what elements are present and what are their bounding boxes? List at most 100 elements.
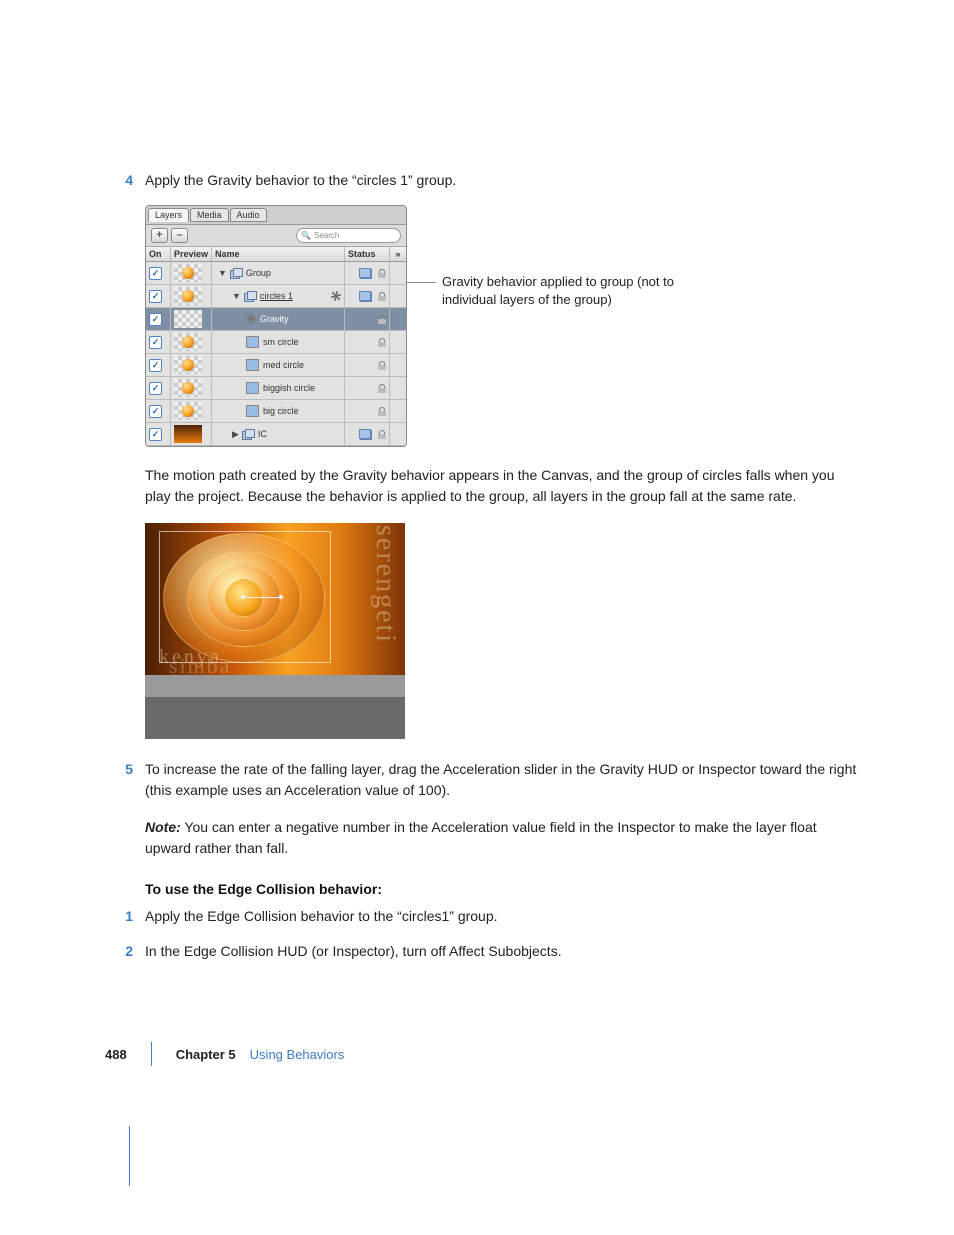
preview-thumb (174, 264, 202, 282)
column-headers: On Preview Name Status » (146, 247, 406, 262)
layer-icon (246, 382, 259, 394)
remove-button[interactable]: – (171, 228, 188, 243)
footer-rule (151, 1042, 152, 1066)
step-number: 5 (105, 759, 145, 801)
visibility-checkbox[interactable] (149, 359, 162, 372)
substep-1: 1 Apply the Edge Collision behavior to t… (105, 906, 864, 927)
layer-row[interactable]: ▼ circles 1 (146, 285, 406, 308)
visibility-checkbox[interactable] (149, 405, 162, 418)
layer-name[interactable]: big circle (263, 406, 299, 416)
add-button[interactable]: + (151, 228, 168, 243)
chapter-label: Chapter 5 (176, 1047, 236, 1062)
preview-thumb (174, 310, 202, 328)
behavior-icon (246, 314, 256, 324)
lock-icon[interactable] (378, 407, 386, 416)
panel-toolbar: + – 🔍 Search (146, 225, 406, 247)
col-status[interactable]: Status (345, 247, 390, 261)
step-number: 2 (105, 941, 145, 962)
layers-icon (359, 429, 371, 439)
layer-name[interactable]: Group (246, 268, 271, 278)
visibility-checkbox[interactable] (149, 336, 162, 349)
body-paragraph: The motion path created by the Gravity b… (145, 465, 864, 507)
step-5: 5 To increase the rate of the falling la… (105, 759, 864, 801)
search-placeholder: Search (314, 231, 339, 240)
layer-name[interactable]: biggish circle (263, 383, 315, 393)
lock-icon[interactable] (378, 430, 386, 439)
group-icon (230, 268, 242, 278)
page-number: 488 (105, 1047, 127, 1062)
note-body: You can enter a negative number in the A… (145, 819, 817, 856)
panel-tabs: Layers Media Audio (146, 206, 406, 225)
group-icon (244, 291, 256, 301)
visibility-checkbox[interactable] (149, 290, 162, 303)
tab-audio[interactable]: Audio (230, 208, 267, 222)
layer-name[interactable]: Gravity (260, 314, 289, 324)
text-serengeti: serengeti (369, 525, 401, 644)
step-body: To increase the rate of the falling laye… (145, 759, 864, 801)
layer-row[interactable]: ▼ Group (146, 262, 406, 285)
layer-icon (246, 405, 259, 417)
canvas-preview: serengeti kenya simba (145, 523, 405, 739)
visibility-checkbox[interactable] (149, 382, 162, 395)
col-preview[interactable]: Preview (171, 247, 212, 261)
layers-icon (359, 291, 371, 301)
substep-2: 2 In the Edge Collision HUD (or Inspecto… (105, 941, 864, 962)
preview-thumb (174, 356, 202, 374)
layer-row[interactable]: big circle (146, 400, 406, 423)
preview-thumb (174, 333, 202, 351)
step-body: Apply the Edge Collision behavior to the… (145, 906, 864, 927)
lock-icon[interactable] (378, 384, 386, 393)
motion-path (243, 597, 281, 598)
text-simba: simba (169, 653, 232, 675)
tab-media[interactable]: Media (190, 208, 229, 222)
search-icon: 🔍 (301, 231, 311, 240)
visibility-checkbox[interactable] (149, 267, 162, 280)
preview-thumb (174, 402, 202, 420)
layer-row[interactable]: med circle (146, 354, 406, 377)
layer-name[interactable]: IC (258, 429, 267, 439)
visibility-checkbox[interactable] (149, 313, 162, 326)
disclosure-triangle[interactable]: ▼ (232, 291, 241, 301)
lock-icon[interactable] (378, 292, 386, 301)
chapter-title: Using Behaviors (250, 1047, 345, 1062)
preview-thumb (174, 425, 202, 443)
tab-layers[interactable]: Layers (148, 208, 189, 222)
annotation-leader (406, 282, 436, 283)
lock-icon[interactable] (378, 315, 386, 324)
canvas-gray-band (145, 675, 405, 697)
lock-icon[interactable] (378, 269, 386, 278)
step-body: Apply the Gravity behavior to the “circl… (145, 170, 864, 191)
step-4: 4 Apply the Gravity behavior to the “cir… (105, 170, 864, 191)
layer-row[interactable]: Gravity (146, 308, 406, 331)
visibility-checkbox[interactable] (149, 428, 162, 441)
search-input[interactable]: 🔍 Search (296, 228, 401, 243)
disclosure-triangle[interactable]: ▶ (232, 429, 239, 440)
layer-name[interactable]: sm circle (263, 337, 299, 347)
group-icon (242, 429, 254, 439)
canvas-scene: serengeti kenya simba (145, 523, 405, 675)
preview-thumb (174, 379, 202, 397)
annotation-label: Gravity behavior applied to group (not t… (442, 273, 702, 309)
step-number: 4 (105, 170, 145, 191)
layer-row[interactable]: biggish circle (146, 377, 406, 400)
note-paragraph: Note: You can enter a negative number in… (145, 817, 864, 859)
layer-name[interactable]: med circle (263, 360, 304, 370)
step-number: 1 (105, 906, 145, 927)
page-footer: 488 Chapter 5 Using Behaviors (105, 1042, 864, 1066)
margin-rule (129, 1126, 954, 1186)
disclosure-triangle[interactable]: ▼ (218, 268, 227, 278)
lock-icon[interactable] (378, 361, 386, 370)
gear-icon (331, 291, 341, 301)
lock-icon[interactable] (378, 338, 386, 347)
col-on[interactable]: On (146, 247, 171, 261)
preview-thumb (174, 287, 202, 305)
step-body: In the Edge Collision HUD (or Inspector)… (145, 941, 864, 962)
col-name[interactable]: Name (212, 247, 345, 261)
layer-icon (246, 359, 259, 371)
layer-row[interactable]: ▶ IC (146, 423, 406, 446)
layer-row[interactable]: sm circle (146, 331, 406, 354)
col-spill[interactable]: » (390, 247, 406, 261)
layers-panel[interactable]: Layers Media Audio + – 🔍 Search On Previ… (145, 205, 407, 447)
layer-name[interactable]: circles 1 (260, 291, 293, 301)
subprocedure-title: To use the Edge Collision behavior: (145, 879, 864, 900)
